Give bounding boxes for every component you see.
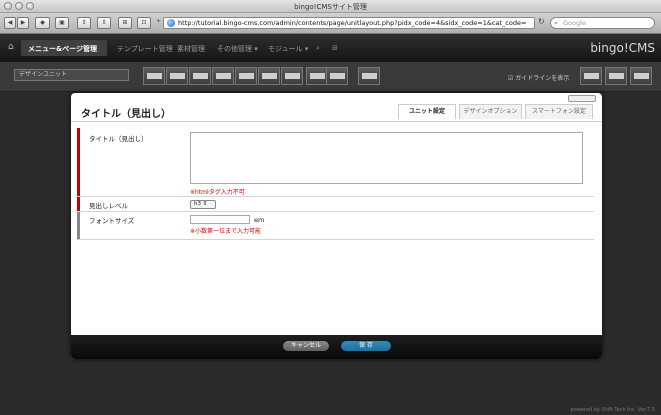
nav-module[interactable]: モジュール ▾ [268,44,308,54]
level-select[interactable]: h3 ⇕ [190,200,216,209]
search-icon: ⌕ [554,19,558,27]
unit-tool-10[interactable] [358,67,380,85]
optional-marker [77,212,80,239]
guideline-toggle[interactable]: ☑ ガイドラインを表示 [508,73,569,82]
page-icon[interactable]: ⊡ [137,17,151,29]
back-icon[interactable]: ◀ [4,17,16,29]
guideline-label: ガイドラインを表示 [515,75,570,82]
globe-icon [167,19,175,27]
nav-menu-page[interactable]: メニュー&ページ管理 [28,44,97,54]
title-label: タイトル（見出し） [89,135,148,143]
required-marker [77,197,80,211]
cancel-button[interactable]: キャンセル [283,341,329,351]
unit-toolbar: デザインユニット ☑ ガイドラインを表示 [0,62,661,92]
field-row-title: タイトル（見出し） ※htmlタグ入力不可 [77,128,594,197]
history-icon[interactable]: ⇕ [97,17,111,29]
nav-template[interactable]: テンプレート管理 [117,44,173,54]
unit-tool-1[interactable] [143,67,165,85]
dialog-header: タイトル（見出し） ユニット設定 デザインオプション スマートフォン設定 [71,103,602,121]
tab-design-options[interactable]: デザインオプション [459,104,522,119]
unit-tool-8[interactable] [306,67,328,85]
required-marker [77,128,80,196]
unit-tool-9[interactable] [326,67,348,85]
unit-tool-11[interactable] [580,67,602,85]
window-title: bingo!CMSサイト管理 [294,3,367,11]
save-button[interactable]: 保 存 [341,341,391,351]
unit-type-select[interactable]: デザインユニット [14,69,129,81]
unit-tool-2[interactable] [166,67,188,85]
unit-tool-3[interactable] [189,67,211,85]
add-icon[interactable]: + [154,17,163,29]
unit-tool-5[interactable] [235,67,257,85]
field-row-level: 見出しレベル h3 ⇕ [77,197,594,212]
unit-tool-6[interactable] [258,67,280,85]
shield-icon[interactable]: ◆ [35,17,50,29]
google-search-field[interactable]: ⌕ Google [550,17,655,29]
field-row-font-size: フォントサイズ em ※小数第一位まで入力可能 [77,212,594,240]
url-field[interactable]: http://tutorial.bingo-cms.com/admin/cont… [163,17,535,29]
dialog-divider [71,121,602,122]
tab-smartphone-settings[interactable]: スマートフォン設定 [525,104,593,119]
dialog-title: タイトル（見出し） [81,109,171,120]
forward-icon[interactable]: ▶ [17,17,29,29]
dialog-window-controls[interactable] [568,95,596,102]
nav-other[interactable]: その他管理 ▾ [217,44,258,54]
tab-grid-icon[interactable]: ⊞ [118,17,132,29]
nav-materials[interactable]: 素材管理 [177,44,205,54]
nav-search-icon[interactable]: ⌕ [316,44,320,53]
unit-tool-7[interactable] [281,67,303,85]
reload-icon[interactable]: ↻ [538,17,545,26]
unit-tool-12[interactable] [605,67,627,85]
app-nav: ⌂ メニュー&ページ管理 テンプレート管理 素材管理 その他管理 ▾ モジュール… [0,34,661,62]
font-size-unit: em [254,216,265,224]
nav-grid-icon[interactable]: ⊞ [332,44,338,52]
brand-logo: bingo!CMS [590,41,655,55]
footer-credit: powered by Shift Tech Inc. Ver.7.5 [570,407,655,413]
tab-unit-settings[interactable]: ユニット設定 [398,104,456,119]
level-value: h3 [194,201,201,207]
font-size-note: ※小数第一位まで入力可能 [190,228,262,235]
unit-tool-4[interactable] [212,67,234,85]
font-size-label: フォントサイズ [89,217,135,225]
unit-tool-13[interactable] [630,67,652,85]
level-label: 見出しレベル [89,202,128,210]
title-input[interactable] [190,132,583,184]
window-titlebar: bingo!CMSサイト管理 [0,0,661,13]
unit-edit-dialog: タイトル（見出し） ユニット設定 デザインオプション スマートフォン設定 タイト… [71,93,602,359]
bookmark-icon[interactable]: ▣ [55,17,69,29]
browser-toolbar: ◀ ▶ ◆ ▣ ⇕ ⇕ ⊞ ⊡ + http://tutorial.bingo-… [0,13,661,34]
dialog-footer: キャンセル 保 存 [71,335,602,359]
url-text: http://tutorial.bingo-cms.com/admin/cont… [178,19,527,27]
home-icon[interactable]: ⌂ [8,43,17,52]
font-size-input[interactable] [190,215,250,224]
search-placeholder: Google [563,19,586,27]
title-note: ※htmlタグ入力不可 [190,189,245,196]
nav-toggle-icon[interactable]: ⇕ [77,17,91,29]
